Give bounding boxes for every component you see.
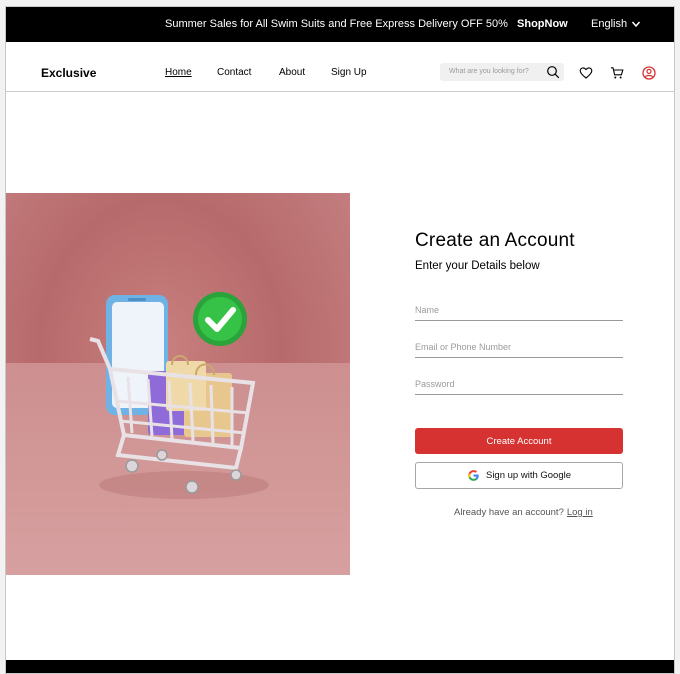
- create-account-button[interactable]: Create Account: [415, 428, 623, 454]
- form-subtitle: Enter your Details below: [415, 260, 540, 272]
- login-link[interactable]: Log in: [567, 507, 593, 518]
- nav-contact[interactable]: Contact: [217, 67, 251, 78]
- promo: Summer Sales for All Swim Suits and Free…: [165, 18, 568, 30]
- chevron-down-icon: [632, 21, 641, 28]
- google-icon: [468, 470, 479, 481]
- site-header: Exclusive Home Contact About Sign Up Wha…: [6, 42, 674, 92]
- name-field-wrapper: [415, 299, 623, 321]
- password-field[interactable]: [415, 373, 623, 394]
- email-field-wrapper: [415, 336, 623, 358]
- language-label: English: [591, 18, 628, 30]
- search-input[interactable]: What are you looking for?: [449, 68, 529, 75]
- nav-home[interactable]: Home: [165, 67, 192, 78]
- nav-sign-up[interactable]: Sign Up: [331, 67, 367, 78]
- email-field[interactable]: [415, 336, 623, 357]
- login-prompt-text: Already have an account?: [454, 507, 564, 518]
- promo-bar: Summer Sales for All Swim Suits and Free…: [6, 7, 674, 42]
- login-prompt: Already have an account? Log in: [454, 507, 593, 518]
- search-box[interactable]: What are you looking for?: [440, 63, 564, 81]
- footer: [6, 660, 674, 673]
- password-field-wrapper: [415, 373, 623, 395]
- google-button-label: Sign up with Google: [485, 470, 572, 481]
- search-icon[interactable]: [546, 65, 560, 79]
- page: Summer Sales for All Swim Suits and Free…: [5, 6, 675, 674]
- cart-icon[interactable]: [610, 66, 624, 80]
- form-title: Create an Account: [415, 230, 575, 251]
- heart-icon[interactable]: [579, 66, 593, 80]
- shopping-cart-illustration: [89, 292, 269, 499]
- nav-about[interactable]: About: [279, 67, 305, 78]
- language-selector[interactable]: English: [591, 18, 641, 30]
- google-signup-button[interactable]: Sign up with Google: [415, 462, 623, 489]
- shop-now-link[interactable]: ShopNow: [517, 18, 568, 30]
- user-icon[interactable]: [642, 66, 656, 80]
- name-field[interactable]: [415, 299, 623, 320]
- promo-text: Summer Sales for All Swim Suits and Free…: [165, 18, 508, 30]
- hero-image: [6, 193, 350, 575]
- logo[interactable]: Exclusive: [41, 66, 96, 80]
